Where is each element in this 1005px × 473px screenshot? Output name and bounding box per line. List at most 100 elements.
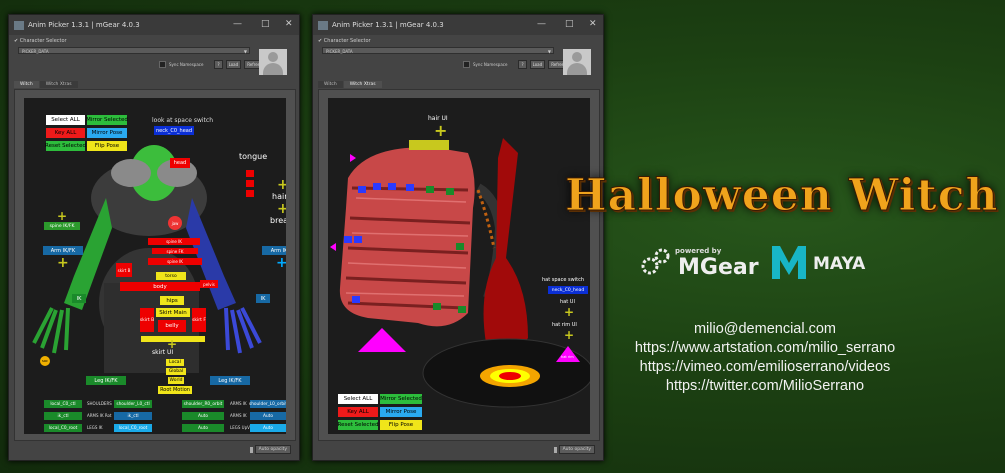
mirror-pose-button[interactable]: Mirror Pose [380, 407, 422, 417]
hat-rim-arrow[interactable] [556, 346, 580, 362]
soc-left-button[interactable]: soc [40, 356, 50, 366]
body-button[interactable]: body [120, 282, 200, 291]
help-button[interactable]: ? [518, 60, 527, 69]
neck-head-button[interactable]: neck_C0_head [154, 126, 194, 135]
grid-r0-c5[interactable]: shoulder_L0_orbit [249, 400, 286, 408]
hair-ui-plus-icon[interactable]: + [277, 178, 286, 192]
mirror-selected-button[interactable]: Mirror Selected [380, 394, 422, 404]
grid-r0-c3[interactable]: shoulder_R0_orbit [182, 400, 224, 408]
auto-opacity-button[interactable]: Auto opacity [254, 445, 291, 454]
tab-witch[interactable]: Witch [318, 81, 343, 88]
root-motion-button[interactable]: Root Motion [158, 386, 192, 394]
hair-ctl-4[interactable] [406, 184, 414, 191]
world-space-button[interactable]: World [168, 377, 184, 384]
pelvis-button[interactable]: pelvis [200, 280, 218, 288]
help-button[interactable]: ? [214, 60, 223, 69]
grid-r2-c5[interactable]: Auto [250, 424, 286, 432]
grid-r2-c0[interactable]: local_C0_root [44, 424, 82, 432]
grid-r0-c0[interactable]: local_C0_ctl [44, 400, 82, 408]
hair-ctl-10[interactable] [352, 296, 360, 303]
grid-r1-c0[interactable]: ik_ctl [44, 412, 82, 420]
minimize-icon[interactable]: — [233, 19, 242, 29]
skirt-right-button[interactable]: skirt F [192, 308, 206, 332]
grid-r1-c5[interactable]: Auto [250, 412, 286, 420]
hair-ctl-6[interactable] [446, 188, 454, 195]
tab-witch-xtras[interactable]: Witch Xtras [39, 81, 78, 88]
head-button[interactable]: head [170, 158, 190, 168]
auto-opacity-button[interactable]: Auto opacity [558, 445, 595, 454]
belly-button[interactable]: belly [158, 320, 186, 332]
spine-plus-icon[interactable]: + [57, 210, 67, 222]
global-space-button[interactable]: Global [166, 368, 186, 375]
hair-big-arrow[interactable] [358, 328, 406, 352]
sync-namespace-checkbox[interactable] [159, 61, 166, 68]
hips-button[interactable]: hips [160, 296, 184, 305]
hair-arrow-2[interactable] [330, 243, 336, 251]
hat-rim-plus-icon[interactable]: + [564, 329, 574, 341]
spine-fk-button[interactable]: spine FK [152, 248, 198, 254]
hair-ui-plus-icon[interactable]: + [434, 123, 447, 139]
hair-ctl-2[interactable] [373, 183, 381, 190]
character-select[interactable]: PICKER_DATA ▼ [18, 47, 250, 54]
mirror-selected-button[interactable]: Mirror Selected [86, 115, 128, 125]
character-select[interactable]: PICKER_DATA ▼ [322, 47, 554, 54]
grid-r1-c2[interactable]: ik_ctl [114, 412, 152, 420]
opacity-slider[interactable] [553, 446, 557, 453]
jaw-button[interactable]: jaw [168, 216, 182, 230]
sync-namespace-checkbox[interactable] [463, 61, 470, 68]
tongue-ctl-2[interactable] [246, 180, 254, 187]
skirt-left-button[interactable]: skirt B [140, 308, 154, 332]
tab-witch[interactable]: Witch [14, 81, 39, 88]
spine-ik-button[interactable]: spine IK [148, 238, 200, 245]
hair-arrow-1[interactable] [350, 154, 356, 162]
hair-ctl-1[interactable] [358, 186, 366, 193]
grid-r2-c3[interactable]: Auto [182, 424, 224, 432]
hair-ctl-8[interactable] [354, 236, 362, 243]
arm-left-plus-icon[interactable]: + [57, 256, 69, 270]
hair-bar[interactable] [409, 140, 449, 150]
select-all-button[interactable]: Select ALL [46, 115, 85, 125]
grid-r0-c2[interactable]: shoulder_L0_ctl [114, 400, 152, 408]
maximize-icon[interactable]: □ [261, 19, 270, 29]
torso-button[interactable]: torso [156, 272, 186, 280]
grid-r1-c3[interactable]: Auto [182, 412, 224, 420]
arm-right-plus-icon[interactable]: + [276, 256, 286, 270]
spine-top-button[interactable]: spine IK [148, 258, 202, 265]
ik-right-button[interactable]: IK [256, 294, 270, 303]
character-selector-toggle[interactable]: ✔ Character Selector [318, 38, 371, 44]
tongue-ctl-1[interactable] [246, 170, 254, 177]
key-all-button[interactable]: Key ALL [338, 407, 378, 417]
hair-ctl-3[interactable] [388, 183, 396, 190]
breast-ui-plus-icon[interactable]: + [277, 202, 286, 216]
arm-ik-fk-left-button[interactable]: Arm IK/FK [43, 246, 83, 255]
hair-ctl-5[interactable] [426, 186, 434, 193]
flip-pose-button[interactable]: Flip Pose [87, 141, 127, 151]
load-button[interactable]: Load [529, 60, 546, 69]
arm-ik-fk-right-button[interactable]: Arm IK/FK [262, 246, 286, 255]
hat-ui-plus-icon[interactable]: + [564, 306, 574, 318]
character-selector-toggle[interactable]: ✔ Character Selector [14, 38, 67, 44]
hair-ctl-7[interactable] [344, 236, 352, 243]
hair-ctl-9[interactable] [456, 243, 464, 250]
leg-ik-fk-left-button[interactable]: Leg IK/FK [86, 376, 126, 385]
hair-ctl-12[interactable] [458, 306, 466, 313]
grid-r2-c2[interactable]: local_C0_root [114, 424, 152, 432]
skirt-back-button[interactable]: skirt B [116, 263, 132, 277]
load-button[interactable]: Load [225, 60, 242, 69]
reset-selected-button[interactable]: Reset Selected [45, 141, 86, 151]
spine-ik-fk-button[interactable]: spine IK/FK [44, 222, 80, 230]
local-space-button[interactable]: Local [166, 359, 184, 366]
skirt-main-button[interactable]: Skirt Main [156, 308, 190, 317]
hair-ctl-11[interactable] [433, 303, 441, 310]
mirror-pose-button[interactable]: Mirror Pose [87, 128, 127, 138]
select-all-button[interactable]: Select ALL [338, 394, 378, 404]
tongue-ctl-3[interactable] [246, 190, 254, 197]
maximize-icon[interactable]: □ [565, 19, 574, 29]
reset-selected-button[interactable]: Reset Selected [338, 420, 378, 430]
minimize-icon[interactable]: — [537, 19, 546, 29]
tab-witch-xtras[interactable]: Witch Xtras [343, 81, 382, 88]
leg-ik-fk-right-button[interactable]: Leg IK/FK [210, 376, 250, 385]
close-icon[interactable]: ✕ [285, 19, 293, 29]
flip-pose-button[interactable]: Flip Pose [380, 420, 422, 430]
character-snapshot-icon[interactable] [259, 49, 287, 75]
